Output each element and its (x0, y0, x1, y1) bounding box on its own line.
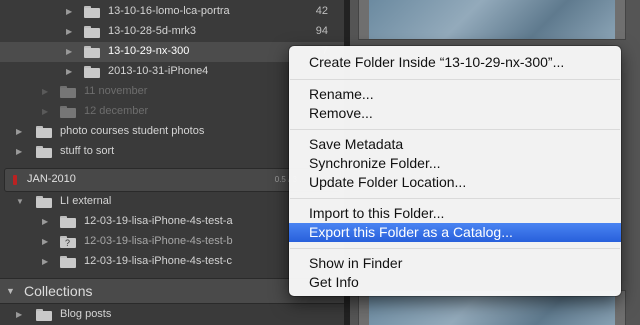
folder-label: 12 december (84, 105, 149, 117)
menu-item-create-folder-inside[interactable]: Create Folder Inside “13-10-29-nx-300”..… (289, 53, 621, 72)
menu-item-remove[interactable]: Remove... (289, 104, 621, 123)
menu-separator (290, 248, 620, 249)
disclosure-triangle-icon[interactable]: ▶ (42, 107, 48, 117)
collection-row[interactable]: ▶ Blog posts (0, 305, 344, 325)
menu-item-save-metadata[interactable]: Save Metadata (289, 135, 621, 154)
folder-icon (60, 86, 76, 98)
context-menu: Create Folder Inside “13-10-29-nx-300”..… (289, 46, 621, 296)
menu-separator (290, 79, 620, 80)
folder-label: 2013-10-31-iPhone4 (108, 65, 209, 77)
folder-label: LI external (60, 195, 112, 207)
disclosure-triangle-icon[interactable]: ▶ (66, 67, 72, 77)
disclosure-triangle-icon[interactable]: ▶ (16, 147, 22, 157)
menu-item-synchronize-folder[interactable]: Synchronize Folder... (289, 154, 621, 173)
folder-count: 42 (315, 5, 328, 17)
disclosure-triangle-icon[interactable]: ▶ (16, 310, 22, 320)
folder-icon (60, 106, 76, 118)
folder-icon (60, 256, 76, 268)
disclosure-triangle-icon[interactable]: ▶ (42, 217, 48, 227)
menu-item-rename[interactable]: Rename... (289, 85, 621, 104)
disclosure-triangle-icon[interactable]: ▶ (66, 27, 72, 37)
disclosure-triangle-open-icon[interactable]: ▼ (16, 197, 24, 207)
folder-label: 12-03-19-lisa-iPhone-4s-test-a (84, 215, 233, 227)
folder-label: 13-10-16-lomo-lca-portra (108, 5, 230, 17)
folder-label: 13-10-29-nx-300 (108, 45, 190, 57)
folder-label: 12-03-19-lisa-iPhone-4s-test-c (84, 255, 232, 267)
folder-label: 12-03-19-lisa-iPhone-4s-test-b (84, 235, 233, 247)
menu-separator (290, 198, 620, 199)
menu-item-export-as-catalog[interactable]: Export this Folder as a Catalog... (289, 223, 621, 242)
disclosure-triangle-icon[interactable]: ▶ (42, 87, 48, 97)
menu-item-update-folder-location[interactable]: Update Folder Location... (289, 173, 621, 192)
folder-icon (84, 6, 100, 18)
folder-label: stuff to sort (60, 145, 115, 157)
volume-label: JAN-2010 (27, 173, 76, 185)
disclosure-triangle-icon[interactable]: ▶ (66, 7, 72, 17)
folder-icon (36, 146, 52, 158)
disclosure-triangle-icon[interactable]: ▶ (42, 257, 48, 267)
folder-icon (84, 26, 100, 38)
missing-folder-icon: ? (60, 236, 76, 248)
folder-count: 94 (315, 25, 328, 37)
folder-icon (36, 126, 52, 138)
folder-label: photo courses student photos (60, 125, 205, 137)
folder-icon (36, 196, 52, 208)
collection-label: Blog posts (60, 308, 112, 320)
folder-icon (84, 46, 100, 58)
photo-thumbnail[interactable] (358, 0, 626, 40)
collections-title: Collections (24, 283, 93, 299)
folder-label: 11 november (84, 85, 148, 97)
folder-row[interactable]: ▶ 13-10-28-5d-mrk3 94 (0, 22, 344, 42)
disclosure-triangle-icon[interactable]: ▶ (42, 237, 48, 247)
menu-item-get-info[interactable]: Get Info (289, 273, 621, 292)
menu-item-show-in-finder[interactable]: Show in Finder (289, 254, 621, 273)
menu-separator (290, 129, 620, 130)
volume-status-icon (13, 175, 17, 185)
folder-label: 13-10-28-5d-mrk3 (108, 25, 197, 37)
disclosure-triangle-icon[interactable]: ▶ (66, 47, 72, 57)
menu-item-import-to-folder[interactable]: Import to this Folder... (289, 204, 621, 223)
folder-row[interactable]: ▶ 13-10-16-lomo-lca-portra 42 (0, 2, 344, 22)
folder-icon (60, 216, 76, 228)
disclosure-triangle-open-icon[interactable]: ▼ (6, 286, 15, 296)
collection-set-icon (36, 309, 52, 321)
disclosure-triangle-icon[interactable]: ▶ (16, 127, 22, 137)
folder-icon (84, 66, 100, 78)
